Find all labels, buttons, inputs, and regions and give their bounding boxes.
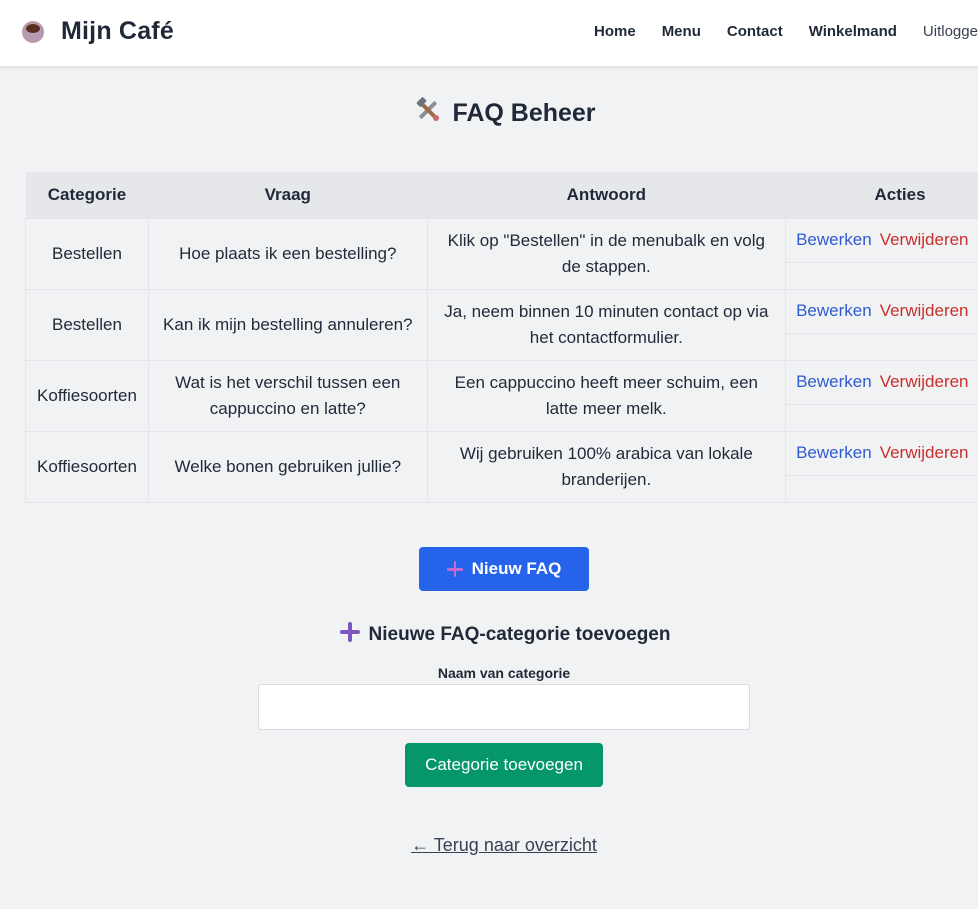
category-form-heading: Nieuwe FAQ-categorie toevoegen <box>0 622 978 646</box>
nav-home[interactable]: Home <box>594 23 636 40</box>
tools-icon <box>417 97 440 121</box>
category-form-heading-text: Nieuwe FAQ-categorie toevoegen <box>368 624 671 645</box>
cell-categorie: Koffiesoorten <box>25 359 149 432</box>
cell-antwoord: Klik op "Bestellen" in de menubalk en vo… <box>426 217 787 290</box>
cell-antwoord: Wij gebruiken 100% arabica van lokale br… <box>426 430 787 503</box>
plus-icon <box>339 622 360 642</box>
brand-name[interactable]: Mijn Café <box>61 17 174 46</box>
cell-acties: Bewerken Verwijderen <box>785 217 978 290</box>
table-row: Bestellen Hoe plaats ik een bestelling? … <box>25 217 978 290</box>
col-header-categorie: Categorie <box>25 172 149 218</box>
coffee-cup-icon <box>20 16 48 46</box>
new-faq-label: Nieuw FAQ <box>471 559 562 578</box>
back-to-overview-link: ← Terug naar overzicht <box>0 835 978 856</box>
cell-categorie: Bestellen <box>25 288 149 361</box>
delete-link[interactable]: Verwijderen <box>880 227 969 253</box>
col-header-acties: Acties <box>785 172 978 218</box>
col-header-antwoord: Antwoord <box>427 172 786 218</box>
edit-link[interactable]: Bewerken <box>796 298 872 324</box>
edit-link[interactable]: Bewerken <box>796 369 872 395</box>
nav-cart[interactable]: Winkelmand <box>809 23 897 40</box>
category-name-input[interactable] <box>258 684 750 730</box>
faq-table: Categorie Vraag Antwoord Acties Bestelle… <box>25 172 978 503</box>
delete-link[interactable]: Verwijderen <box>880 440 969 466</box>
nav-links: Home Menu Contact Winkelmand Uitloggen <box>594 23 978 40</box>
table-row: Koffiesoorten Wat is het verschil tussen… <box>25 359 978 432</box>
cell-vraag: Hoe plaats ik een bestelling? <box>147 217 428 290</box>
brand[interactable]: Mijn Café <box>20 16 174 46</box>
cell-categorie: Koffiesoorten <box>25 430 149 503</box>
navbar: Mijn Café Home Menu Contact Winkelmand U… <box>0 0 978 66</box>
table-row: Koffiesoorten Welke bonen gebruiken jull… <box>25 430 978 503</box>
cell-antwoord: Ja, neem binnen 10 minuten contact op vi… <box>426 288 787 361</box>
page-title-text: FAQ Beheer <box>452 99 596 127</box>
category-name-label: Naam van categorie <box>437 665 571 681</box>
cell-vraag: Welke bonen gebruiken jullie? <box>147 430 428 503</box>
nav-contact[interactable]: Contact <box>727 23 783 40</box>
table-header-row: Categorie Vraag Antwoord Acties <box>25 172 978 218</box>
edit-link[interactable]: Bewerken <box>796 227 872 253</box>
cell-categorie: Bestellen <box>25 217 149 290</box>
cell-vraag: Kan ik mijn bestelling annuleren? <box>147 288 428 361</box>
nav-menu[interactable]: Menu <box>662 23 701 40</box>
new-faq-button[interactable]: Nieuw FAQ <box>419 547 589 591</box>
table-row: Bestellen Kan ik mijn bestelling annuler… <box>25 288 978 361</box>
delete-link[interactable]: Verwijderen <box>880 369 969 395</box>
add-category-button[interactable]: Categorie toevoegen <box>405 743 603 787</box>
cell-acties: Bewerken Verwijderen <box>785 288 978 361</box>
back-to-overview-text[interactable]: ← Terug naar overzicht <box>411 835 597 855</box>
col-header-vraag: Vraag <box>148 172 428 218</box>
nav-logout[interactable]: Uitloggen <box>923 23 978 40</box>
page-title: FAQ Beheer <box>0 96 978 128</box>
cell-antwoord: Een cappuccino heeft meer schuim, een la… <box>426 359 787 432</box>
cell-vraag: Wat is het verschil tussen een cappuccin… <box>147 359 428 432</box>
plus-icon <box>446 561 463 577</box>
cell-acties: Bewerken Verwijderen <box>785 359 978 432</box>
edit-link[interactable]: Bewerken <box>796 440 872 466</box>
delete-link[interactable]: Verwijderen <box>880 298 969 324</box>
cell-acties: Bewerken Verwijderen <box>785 430 978 503</box>
